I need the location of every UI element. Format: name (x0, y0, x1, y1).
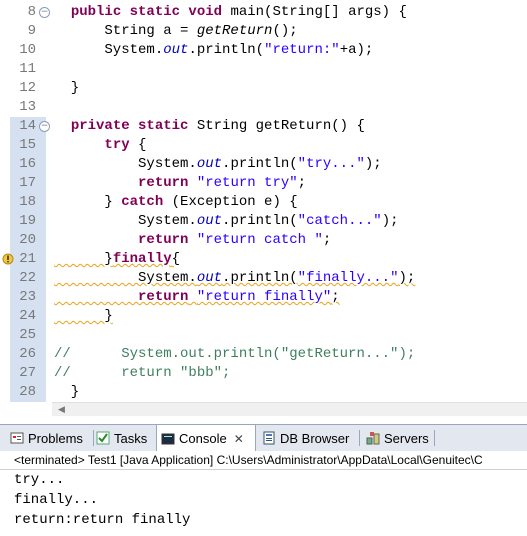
line-number: 10 (19, 42, 36, 58)
tab-servers-label: Servers (384, 430, 429, 446)
code-line[interactable]: return "return catch "; (54, 231, 527, 250)
code-line[interactable]: System.out.println("return:"+a); (54, 41, 527, 60)
code-line[interactable]: String a = getReturn(); (54, 22, 527, 41)
code-line[interactable]: return "return finally"; (54, 288, 527, 307)
line-number: 11 (19, 61, 36, 77)
line-number: 9 (27, 23, 36, 39)
code-line[interactable]: } (54, 383, 527, 402)
view-tab-bar: Problems Tasks Console ✕ DB Browser Serv… (0, 424, 527, 452)
code-line[interactable] (54, 60, 527, 79)
line-number: 12 (19, 80, 36, 96)
line-number: 21 (2, 250, 46, 269)
fold-toggle-icon[interactable]: − (39, 121, 50, 132)
console-output-line: try... (14, 472, 65, 488)
line-number: 25 (10, 326, 46, 345)
scroll-left-arrow-icon[interactable]: ◀ (58, 403, 65, 417)
tab-console[interactable]: Console ✕ (156, 425, 256, 452)
tab-servers[interactable]: Servers (366, 425, 429, 451)
line-number: 8− (27, 4, 50, 20)
tab-db-browser[interactable]: DB Browser (262, 425, 349, 451)
console-output[interactable]: try... finally... return:return finally (0, 470, 527, 536)
line-number: 16 (10, 155, 46, 174)
code-editor[interactable]: 8− 9 10 11 12 13 14−15 16 17 18 19 20 21 22 23 24 25 26 27… (0, 0, 527, 402)
fold-toggle-icon[interactable]: − (39, 7, 50, 18)
line-number: 20 (10, 231, 46, 250)
code-line[interactable]: System.out.println("catch..."); (54, 212, 527, 231)
close-icon[interactable]: ✕ (234, 432, 244, 446)
line-number: 23 (10, 288, 46, 307)
horizontal-scrollbar[interactable]: ◀ (52, 402, 527, 417)
code-line[interactable]: System.out.println("try..."); (54, 155, 527, 174)
line-number-gutter: 8− 9 10 11 12 13 14−15 16 17 18 19 20 21 22 23 24 25 26 27… (0, 0, 52, 402)
code-line[interactable]: // return "bbb"; (54, 364, 527, 383)
console-status-line: <terminated> Test1 [Java Application] C:… (0, 451, 527, 470)
code-line[interactable]: System.out.println("finally..."); (54, 269, 527, 288)
tab-problems[interactable]: Problems (10, 425, 83, 451)
console-icon (161, 432, 175, 446)
line-number: 13 (19, 99, 36, 115)
code-line[interactable]: private static String getReturn() { (54, 117, 527, 136)
line-number: 26 (10, 345, 46, 364)
db-browser-icon (262, 431, 276, 445)
code-line[interactable]: }finally{ (54, 250, 527, 269)
line-number: 15 (10, 136, 46, 155)
code-line[interactable]: try { (54, 136, 527, 155)
line-number: 22 (10, 269, 46, 288)
code-line[interactable]: } catch (Exception e) { (54, 193, 527, 212)
line-number: 27 (10, 364, 46, 383)
code-line[interactable] (54, 98, 527, 117)
servers-icon (366, 431, 380, 445)
code-line[interactable] (54, 326, 527, 345)
line-number: 28 (10, 383, 46, 402)
code-line[interactable]: } (54, 79, 527, 98)
line-number: 17 (10, 174, 46, 193)
tab-tasks-label: Tasks (114, 430, 148, 446)
vertical-scrollbar[interactable] (520, 0, 527, 402)
tasks-icon (96, 431, 110, 445)
code-area[interactable]: public static void main(String[] args) {… (54, 3, 527, 402)
warning-icon[interactable] (2, 253, 14, 265)
problems-icon (10, 431, 24, 445)
line-number: 19 (10, 212, 46, 231)
code-line[interactable]: } (54, 307, 527, 326)
tab-db-browser-label: DB Browser (280, 430, 350, 446)
tab-problems-label: Problems (28, 430, 83, 446)
line-number: 18 (10, 193, 46, 212)
tab-tasks[interactable]: Tasks (96, 425, 147, 451)
line-number: 24 (10, 307, 46, 326)
code-line[interactable]: return "return try"; (54, 174, 527, 193)
console-output-line: finally... (14, 492, 99, 508)
console-output-line: return:return finally (14, 512, 191, 528)
code-line[interactable]: // System.out.println("getReturn..."); (54, 345, 527, 364)
code-line[interactable]: public static void main(String[] args) { (54, 3, 527, 22)
line-number: 14− (10, 117, 50, 136)
tab-console-label: Console (179, 431, 227, 446)
